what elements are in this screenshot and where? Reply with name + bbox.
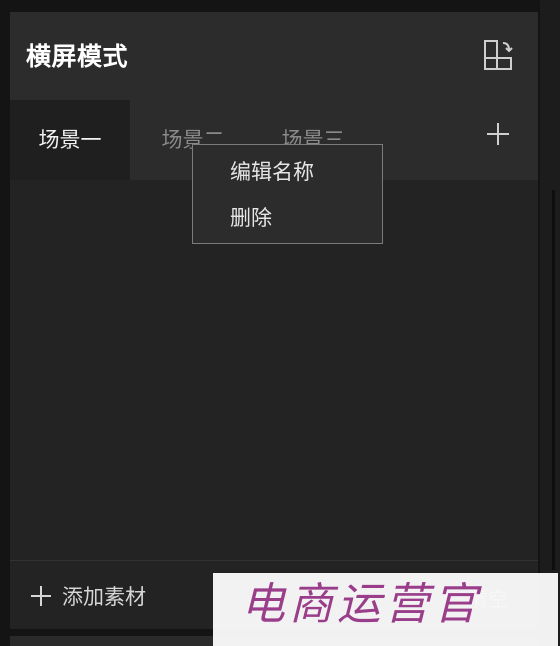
menu-item-delete[interactable]: 删除 [230, 203, 272, 233]
panel-title: 横屏模式 [26, 42, 129, 71]
scene-panel: 横屏模式 场景一 场景二 场景三 添加素材 清空 [10, 12, 538, 629]
menu-item-edit-name[interactable]: 编辑名称 [230, 157, 314, 187]
orientation-switch-icon[interactable] [482, 38, 514, 72]
plus-icon [31, 586, 51, 606]
right-side-panel [540, 0, 560, 646]
add-scene-plus-icon[interactable] [484, 120, 512, 148]
panel-header: 横屏模式 [10, 12, 538, 100]
tab-scene-1[interactable]: 场景一 [10, 100, 130, 180]
add-material-button[interactable]: 添加素材 [30, 581, 146, 611]
add-material-label: 添加素材 [62, 585, 146, 609]
context-menu: 编辑名称 删除 [192, 144, 383, 244]
scrollbar-track [552, 190, 555, 570]
watermark-text: 电商运营官 [241, 579, 481, 630]
watermark-logo: 电商运营官 [213, 573, 558, 646]
